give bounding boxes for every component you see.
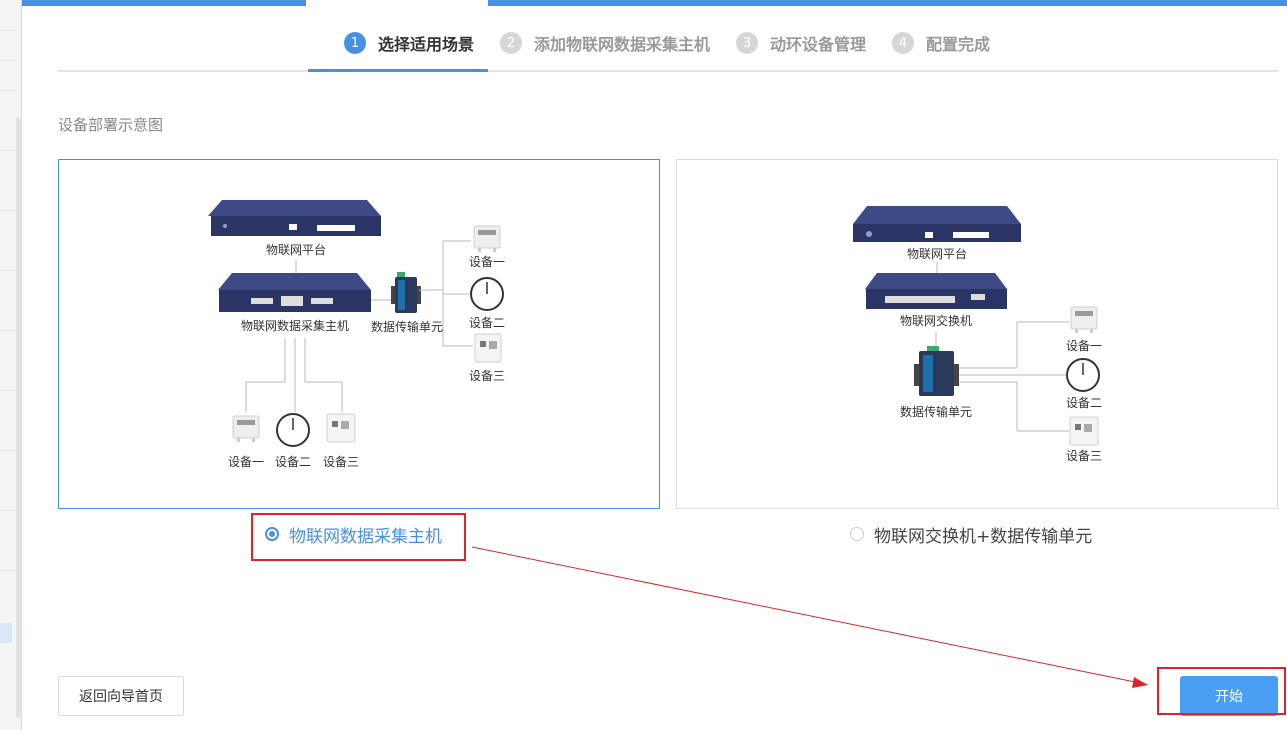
radio-unchecked-icon[interactable] (850, 527, 864, 541)
platform-label: 物联网平台 (266, 242, 326, 257)
step-2: 2 添加物联网数据采集主机 (500, 32, 710, 54)
iot-switch-label: 物联网交换机 (900, 313, 972, 328)
scenario-card-collector-host[interactable]: 物联网平台 物联网数据采集主机 数据传输单元 设备一 设备二 设备三 设备一 设… (58, 159, 660, 509)
step-number: 4 (892, 32, 914, 54)
wizard-steps: 1 选择适用场景 2 添加物联网数据采集主机 3 动环设备管理 4 配置完成 (58, 26, 1278, 72)
iot-switch-icon (865, 273, 1007, 309)
thermometer-panel-icon (474, 333, 502, 363)
device-two-label: 设备二 (1066, 396, 1102, 410)
step-label: 配置完成 (926, 35, 991, 54)
sensor-box-icon (232, 415, 260, 442)
step-1: 1 选择适用场景 (344, 32, 474, 54)
collector-host-label: 物联网数据采集主机 (241, 318, 349, 333)
left-scrollbar[interactable] (16, 118, 22, 718)
thermometer-panel-icon (1069, 416, 1099, 446)
device-one-label: 设备一 (228, 455, 264, 469)
dtu-device-icon (914, 346, 959, 396)
step-number: 3 (736, 32, 758, 54)
annotation-highlight-option (251, 513, 466, 561)
deployment-diagram-switch-dtu: 物联网平台 物联网交换机 数据传输单元 设备一 设备二 设备三 (853, 206, 1102, 463)
back-to-guide-button[interactable]: 返回向导首页 (58, 676, 184, 716)
platform-label: 物联网平台 (907, 246, 967, 261)
top-accent-bar-left (22, 0, 306, 6)
thermometer-panel-icon (326, 413, 356, 443)
dtu-device-icon (391, 272, 421, 313)
platform-device-icon (208, 200, 381, 236)
dtu-label: 数据传输单元 (371, 319, 443, 334)
scenario-card-switch-dtu[interactable]: 物联网平台 物联网交换机 数据传输单元 设备一 设备二 设备三 (676, 159, 1278, 509)
device-three-label: 设备三 (323, 455, 359, 469)
sensor-box-icon (473, 225, 501, 252)
step-4: 4 配置完成 (892, 32, 990, 54)
device-one-label: 设备一 (1066, 339, 1102, 353)
wizard-page: 1 选择适用场景 2 添加物联网数据采集主机 3 动环设备管理 4 配置完成 设… (0, 0, 1287, 730)
sensor-box-icon (1070, 306, 1098, 333)
gauge-icon (276, 413, 310, 447)
device-two-label: 设备二 (469, 316, 505, 330)
section-title: 设备部署示意图 (58, 116, 164, 134)
platform-device-icon (853, 206, 1021, 242)
step-label: 添加物联网数据采集主机 (534, 35, 711, 54)
left-panel-edge (0, 0, 22, 730)
device-three-label: 设备三 (1066, 449, 1102, 463)
gauge-icon (470, 277, 504, 311)
top-accent-bar-right (488, 0, 1287, 6)
collector-host-device-icon (218, 273, 371, 312)
dtu-label: 数据传输单元 (900, 404, 972, 419)
step-label: 选择适用场景 (378, 35, 475, 54)
active-step-underline (308, 69, 488, 72)
step-number: 2 (500, 32, 522, 54)
deployment-diagram-collector-host: 物联网平台 物联网数据采集主机 数据传输单元 设备一 设备二 设备三 设备一 设… (208, 200, 505, 469)
step-label: 动环设备管理 (770, 35, 867, 54)
gauge-icon (1066, 358, 1100, 392)
step-3: 3 动环设备管理 (736, 32, 866, 54)
step-number: 1 (344, 32, 366, 54)
option-switch-dtu[interactable]: 物联网交换机+数据传输单元 (850, 519, 1092, 549)
device-one-label: 设备一 (469, 255, 505, 269)
option-label: 物联网交换机+数据传输单元 (874, 526, 1093, 547)
annotation-highlight-start (1157, 667, 1286, 715)
device-three-label: 设备三 (469, 369, 505, 383)
device-two-label: 设备二 (275, 455, 311, 469)
